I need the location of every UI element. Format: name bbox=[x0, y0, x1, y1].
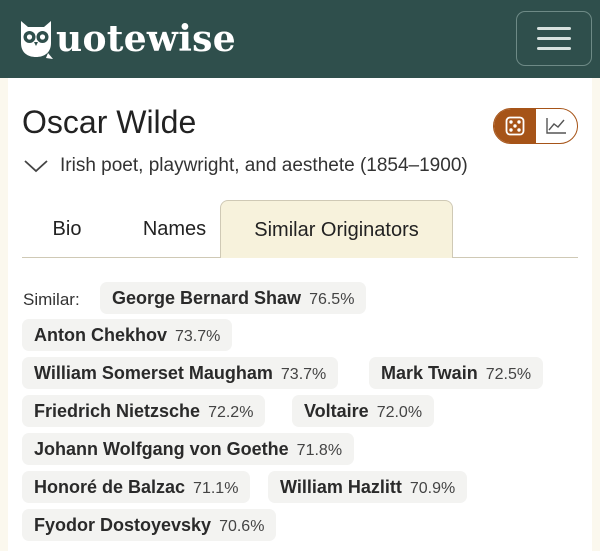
originator-name: Voltaire bbox=[304, 401, 369, 421]
similarity-score: 70.6% bbox=[219, 518, 265, 535]
similarity-score: 71.8% bbox=[296, 442, 343, 459]
similar-originator-chip[interactable]: Honoré de Balzac 71.1% bbox=[22, 471, 251, 503]
similar-originator-chip[interactable]: Voltaire 72.0% bbox=[292, 395, 435, 427]
main-content: Oscar Wilde Irish poet, playwright, and … bbox=[8, 78, 592, 551]
similarity-score: 72.2% bbox=[208, 404, 254, 421]
similar-originator-chip[interactable]: William Somerset Maugham 73.7% bbox=[22, 357, 339, 389]
tab-bio[interactable]: Bio bbox=[22, 200, 112, 258]
view-toggle bbox=[493, 108, 578, 144]
dice-icon bbox=[505, 116, 525, 136]
originator-name: Anton Chekhov bbox=[34, 325, 167, 345]
originator-name: George Bernard Shaw bbox=[112, 288, 302, 308]
similarity-score: 71.1% bbox=[193, 480, 239, 497]
originator-description: Irish poet, playwright, and aesthete (18… bbox=[60, 155, 468, 176]
similarity-score: 73.7% bbox=[175, 328, 221, 345]
similar-label: Similar: bbox=[23, 290, 80, 309]
dice-view-button[interactable] bbox=[494, 109, 536, 143]
similar-originator-chip[interactable]: Johann Wolfgang von Goethe 71.8% bbox=[22, 433, 355, 465]
hamburger-menu-icon bbox=[537, 37, 571, 40]
originator-name: Mark Twain bbox=[381, 363, 478, 383]
similar-originator-chip[interactable]: Friedrich Nietzsche 72.2% bbox=[22, 395, 266, 427]
originator-name: William Somerset Maugham bbox=[34, 363, 273, 383]
hamburger-menu-icon bbox=[537, 47, 571, 50]
top-navbar: uotewise bbox=[0, 0, 600, 78]
page-title: Oscar Wilde bbox=[22, 104, 197, 140]
chevron-down-icon[interactable] bbox=[22, 157, 50, 175]
similarity-score: 73.7% bbox=[280, 366, 327, 383]
description-row: Irish poet, playwright, and aesthete (18… bbox=[22, 155, 468, 177]
chart-view-button[interactable] bbox=[536, 109, 578, 143]
tab-similar-originators[interactable]: Similar Originators bbox=[220, 200, 453, 258]
similar-originator-chip[interactable]: Mark Twain 72.5% bbox=[369, 357, 544, 389]
similarity-score: 70.9% bbox=[409, 480, 456, 497]
similar-originator-chip[interactable]: Fyodor Dostoyevsky 70.6% bbox=[22, 509, 277, 541]
brand-name: uotewise bbox=[56, 18, 236, 60]
originator-name: Friedrich Nietzsche bbox=[34, 401, 201, 421]
line-chart-icon bbox=[546, 118, 567, 134]
similar-originator-chip[interactable]: William Hazlitt 70.9% bbox=[268, 471, 468, 503]
hamburger-menu-button[interactable] bbox=[516, 11, 592, 66]
hamburger-menu-icon bbox=[537, 27, 571, 30]
originator-name: William Hazlitt bbox=[280, 477, 402, 497]
tab-bar: Bio Names Similar Originators bbox=[22, 200, 578, 258]
similar-originator-chip[interactable]: Anton Chekhov 73.7% bbox=[22, 319, 233, 351]
owl-logo-icon bbox=[21, 21, 53, 59]
similarity-score: 72.5% bbox=[485, 366, 532, 383]
tab-names[interactable]: Names bbox=[117, 200, 232, 258]
similarity-score: 72.0% bbox=[376, 404, 423, 421]
originator-name: Honoré de Balzac bbox=[34, 477, 186, 497]
similarity-score: 76.5% bbox=[309, 291, 355, 308]
originator-name: Fyodor Dostoyevsky bbox=[34, 515, 212, 535]
originator-name: Johann Wolfgang von Goethe bbox=[34, 439, 289, 459]
similar-originator-chip[interactable]: George Bernard Shaw 76.5% bbox=[100, 282, 367, 314]
brand-logo[interactable]: uotewise bbox=[18, 14, 236, 64]
